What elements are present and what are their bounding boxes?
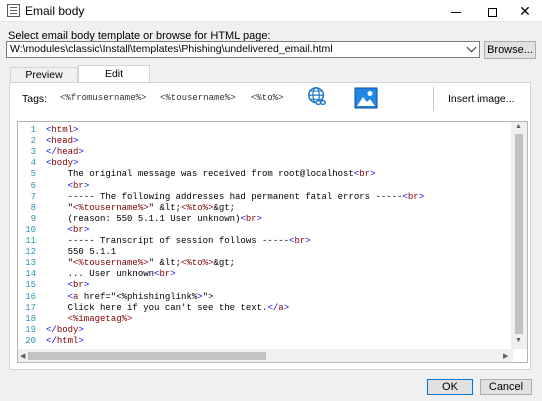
tag-fromusername[interactable]: <%fromusername%> bbox=[60, 93, 146, 103]
code-line: ----- Transcript of session follows ----… bbox=[46, 236, 311, 246]
tab-preview[interactable]: Preview bbox=[10, 67, 78, 82]
title-bar: Email body ✕ bbox=[0, 0, 542, 22]
line-number: 14 bbox=[25, 269, 36, 280]
code-line: <a href="<%phishinglink%>"> bbox=[67, 291, 214, 302]
close-icon: ✕ bbox=[519, 3, 531, 19]
link-globe-icon[interactable] bbox=[306, 86, 328, 108]
vertical-scrollbar[interactable]: ▲ ▼ bbox=[511, 122, 527, 349]
scroll-left-icon[interactable]: ◀ bbox=[20, 352, 25, 360]
template-path-value: W:\modules\classic\Install\templates\Phi… bbox=[10, 43, 333, 55]
line-number-gutter: 1 2 3 4 5 6 7 8 9 10 11 12 13 14 15 16 17 18 19 20 bbox=[18, 122, 38, 349]
line-number: 7 bbox=[30, 191, 36, 202]
code-line: The original message was received from r… bbox=[46, 169, 376, 180]
code-line: <br> bbox=[67, 280, 90, 291]
tag-tousername[interactable]: <%tousername%> bbox=[160, 93, 236, 103]
code-line: </html> bbox=[46, 335, 84, 346]
line-number: 8 bbox=[30, 202, 36, 213]
scroll-down-icon[interactable]: ▼ bbox=[515, 337, 522, 344]
tab-edit[interactable]: Edit bbox=[78, 65, 150, 82]
code-line: </head> bbox=[46, 147, 84, 158]
chevron-down-icon bbox=[466, 42, 477, 53]
code-line: "<%tousername%>" &lt;<%to%>&gt; bbox=[46, 202, 236, 213]
maximize-button[interactable] bbox=[477, 0, 507, 22]
line-number: 13 bbox=[25, 258, 36, 269]
code-line: <body> bbox=[46, 158, 79, 169]
minimize-icon bbox=[451, 11, 461, 13]
maximize-icon bbox=[487, 7, 497, 17]
code-line: <br> bbox=[67, 224, 90, 235]
line-number: 19 bbox=[25, 324, 36, 335]
insert-picture-icon[interactable] bbox=[354, 87, 378, 109]
scroll-right-icon[interactable]: ▶ bbox=[503, 352, 508, 360]
code-line: (reason: 550 5.1.1 User unknown)<br> bbox=[46, 213, 263, 224]
line-number: 16 bbox=[25, 291, 36, 302]
cancel-button[interactable]: Cancel bbox=[480, 379, 532, 395]
vertical-scroll-thumb[interactable] bbox=[515, 134, 523, 334]
code-editor[interactable]: 1 2 3 4 5 6 7 8 9 10 11 12 13 14 15 16 17 18 19 20 <html> <h… bbox=[17, 121, 528, 363]
code-line: 550 5.1.1 bbox=[46, 247, 117, 258]
line-number: 4 bbox=[30, 158, 36, 169]
line-number: 2 bbox=[30, 136, 36, 147]
tags-label: Tags: bbox=[22, 93, 48, 105]
line-number: 9 bbox=[30, 213, 36, 224]
insert-image-link[interactable]: Insert image... bbox=[448, 93, 515, 105]
line-number: 20 bbox=[25, 335, 36, 346]
code-line: <head> bbox=[46, 136, 79, 147]
line-number: 5 bbox=[30, 169, 36, 180]
browse-button[interactable]: Browse... bbox=[484, 41, 536, 59]
line-number: 11 bbox=[25, 236, 36, 246]
code-line: "<%tousername%>" &lt;<%to%>&gt; bbox=[46, 258, 236, 269]
toolbar-separator bbox=[433, 87, 434, 111]
code-line: <html> bbox=[46, 125, 79, 135]
line-number: 10 bbox=[25, 224, 36, 235]
code-line: ... User unknown<br> bbox=[46, 269, 176, 280]
line-number: 3 bbox=[30, 147, 36, 158]
code-line: <br> bbox=[67, 180, 90, 191]
line-number: 6 bbox=[30, 180, 36, 191]
line-number: 17 bbox=[25, 302, 36, 313]
tag-to[interactable]: <%to%> bbox=[251, 93, 283, 103]
window-title: Email body bbox=[25, 4, 85, 18]
line-number: 1 bbox=[30, 125, 36, 135]
code-line: <%imagetag%> bbox=[67, 313, 133, 324]
ok-button[interactable]: OK bbox=[427, 379, 473, 395]
line-number: 18 bbox=[25, 313, 36, 324]
close-button[interactable]: ✕ bbox=[510, 0, 540, 22]
code-line: </body> bbox=[46, 324, 84, 335]
horizontal-scroll-thumb[interactable] bbox=[28, 352, 266, 360]
line-number: 15 bbox=[25, 280, 36, 291]
code-line: Click here if you can't see the text.</a… bbox=[46, 302, 290, 313]
template-path-select[interactable]: W:\modules\classic\Install\templates\Phi… bbox=[6, 41, 480, 58]
code-line: ----- The following addresses had perman… bbox=[46, 191, 425, 202]
line-number: 12 bbox=[25, 247, 36, 258]
app-icon bbox=[7, 4, 20, 17]
minimize-button[interactable] bbox=[441, 0, 471, 22]
scroll-up-icon[interactable]: ▲ bbox=[515, 123, 522, 130]
horizontal-scrollbar[interactable]: ◀ ▶ bbox=[18, 349, 513, 362]
